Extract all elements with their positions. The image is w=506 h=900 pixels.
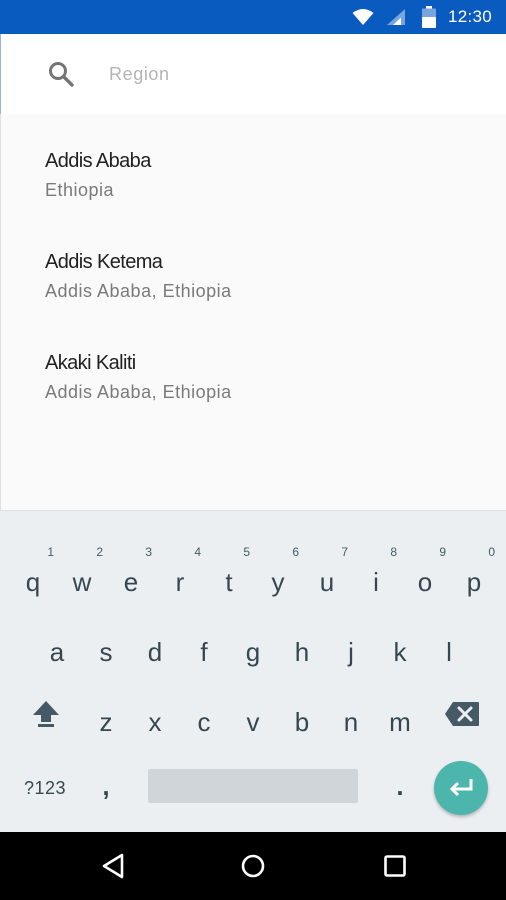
key-p[interactable]: 0p xyxy=(450,545,498,609)
key-x[interactable]: x xyxy=(131,685,179,749)
key-label: h xyxy=(294,637,310,667)
key-label: k xyxy=(393,637,407,667)
key-label: i xyxy=(373,567,379,597)
key-hint: 7 xyxy=(341,545,348,559)
key-hint: 4 xyxy=(194,545,201,559)
key-hint: 2 xyxy=(96,545,103,559)
key-l[interactable]: l xyxy=(425,615,473,679)
key-e[interactable]: 3e xyxy=(107,545,155,609)
key-hint: 1 xyxy=(47,545,54,559)
battery-icon xyxy=(422,6,436,28)
status-time: 12:30 xyxy=(448,7,493,26)
key-label: r xyxy=(175,567,185,597)
key-a[interactable]: a xyxy=(33,615,81,679)
key-label: p xyxy=(466,567,482,597)
key-label: z xyxy=(99,707,113,737)
key-label: q xyxy=(25,567,41,597)
search-bar xyxy=(0,34,506,114)
key-hint: 5 xyxy=(243,545,250,559)
key-k[interactable]: k xyxy=(376,615,424,679)
key-s[interactable]: s xyxy=(82,615,130,679)
keyboard: 1q 2w 3e 4r 5t 6y 7u 8i 9o 0p a s d f g … xyxy=(0,510,506,832)
key-label: m xyxy=(389,707,411,737)
key-label: y xyxy=(271,567,285,597)
key-m[interactable]: m xyxy=(376,685,424,749)
key-f[interactable]: f xyxy=(180,615,228,679)
key-label: l xyxy=(446,637,452,667)
key-b[interactable]: b xyxy=(278,685,326,749)
backspace-icon[interactable] xyxy=(444,701,480,727)
key-q[interactable]: 1q xyxy=(9,545,57,609)
enter-key[interactable] xyxy=(434,761,488,815)
key-label: s xyxy=(99,637,113,667)
key-hint: 3 xyxy=(145,545,152,559)
key-label: e xyxy=(123,567,139,597)
key-hint: 0 xyxy=(488,545,495,559)
key-label: d xyxy=(147,637,163,667)
key-label: w xyxy=(72,567,92,597)
key-y[interactable]: 6y xyxy=(254,545,302,609)
nav-bar xyxy=(0,832,506,900)
result-subtitle: Addis Ababa, Ethiopia xyxy=(45,382,232,402)
key-label: n xyxy=(343,707,359,737)
key-hint: 8 xyxy=(390,545,397,559)
key-label: o xyxy=(417,567,433,597)
key-label: a xyxy=(49,637,65,667)
enter-icon xyxy=(449,779,473,797)
key-o[interactable]: 9o xyxy=(401,545,449,609)
result-subtitle: Addis Ababa, Ethiopia xyxy=(45,281,232,301)
key-v[interactable]: v xyxy=(229,685,277,749)
key-label: c xyxy=(197,707,211,737)
symbols-key[interactable]: ?123 xyxy=(14,773,76,803)
key-hint: 9 xyxy=(439,545,446,559)
period-key[interactable]: . xyxy=(376,761,424,811)
recents-icon[interactable] xyxy=(383,854,407,878)
shift-icon[interactable] xyxy=(30,699,62,729)
search-input[interactable] xyxy=(109,56,479,92)
key-label: j xyxy=(348,637,354,667)
search-icon[interactable] xyxy=(47,60,75,88)
key-hint: 6 xyxy=(292,545,299,559)
key-label: x xyxy=(148,707,162,737)
list-item[interactable]: Addis Ababa Ethiopia xyxy=(1,124,506,225)
key-label: g xyxy=(245,637,261,667)
key-label: b xyxy=(294,707,310,737)
signal-icon xyxy=(387,9,405,25)
key-z[interactable]: z xyxy=(82,685,130,749)
back-icon[interactable] xyxy=(100,852,126,880)
key-label: f xyxy=(200,637,208,667)
key-label: v xyxy=(246,707,260,737)
key-u[interactable]: 7u xyxy=(303,545,351,609)
key-label: t xyxy=(225,567,233,597)
status-bar: 12:30 xyxy=(0,0,506,34)
results-list: Addis Ababa Ethiopia Addis Ketema Addis … xyxy=(0,114,506,510)
key-w[interactable]: 2w xyxy=(58,545,106,609)
key-t[interactable]: 5t xyxy=(205,545,253,609)
key-d[interactable]: d xyxy=(131,615,179,679)
key-label: u xyxy=(319,567,335,597)
wifi-icon xyxy=(352,9,374,25)
result-name: Akaki Kaliti xyxy=(45,352,136,374)
comma-key[interactable]: , xyxy=(82,761,130,811)
space-key[interactable] xyxy=(148,769,358,803)
result-name: Addis Ketema xyxy=(45,251,163,273)
key-j[interactable]: j xyxy=(327,615,375,679)
result-name: Addis Ababa xyxy=(45,150,151,172)
result-subtitle: Ethiopia xyxy=(45,180,115,200)
list-item[interactable]: Akaki Kaliti Addis Ababa, Ethiopia xyxy=(1,326,506,427)
key-n[interactable]: n xyxy=(327,685,375,749)
key-i[interactable]: 8i xyxy=(352,545,400,609)
home-icon[interactable] xyxy=(240,853,266,879)
key-c[interactable]: c xyxy=(180,685,228,749)
list-item[interactable]: Addis Ketema Addis Ababa, Ethiopia xyxy=(1,225,506,326)
key-g[interactable]: g xyxy=(229,615,277,679)
key-h[interactable]: h xyxy=(278,615,326,679)
key-r[interactable]: 4r xyxy=(156,545,204,609)
